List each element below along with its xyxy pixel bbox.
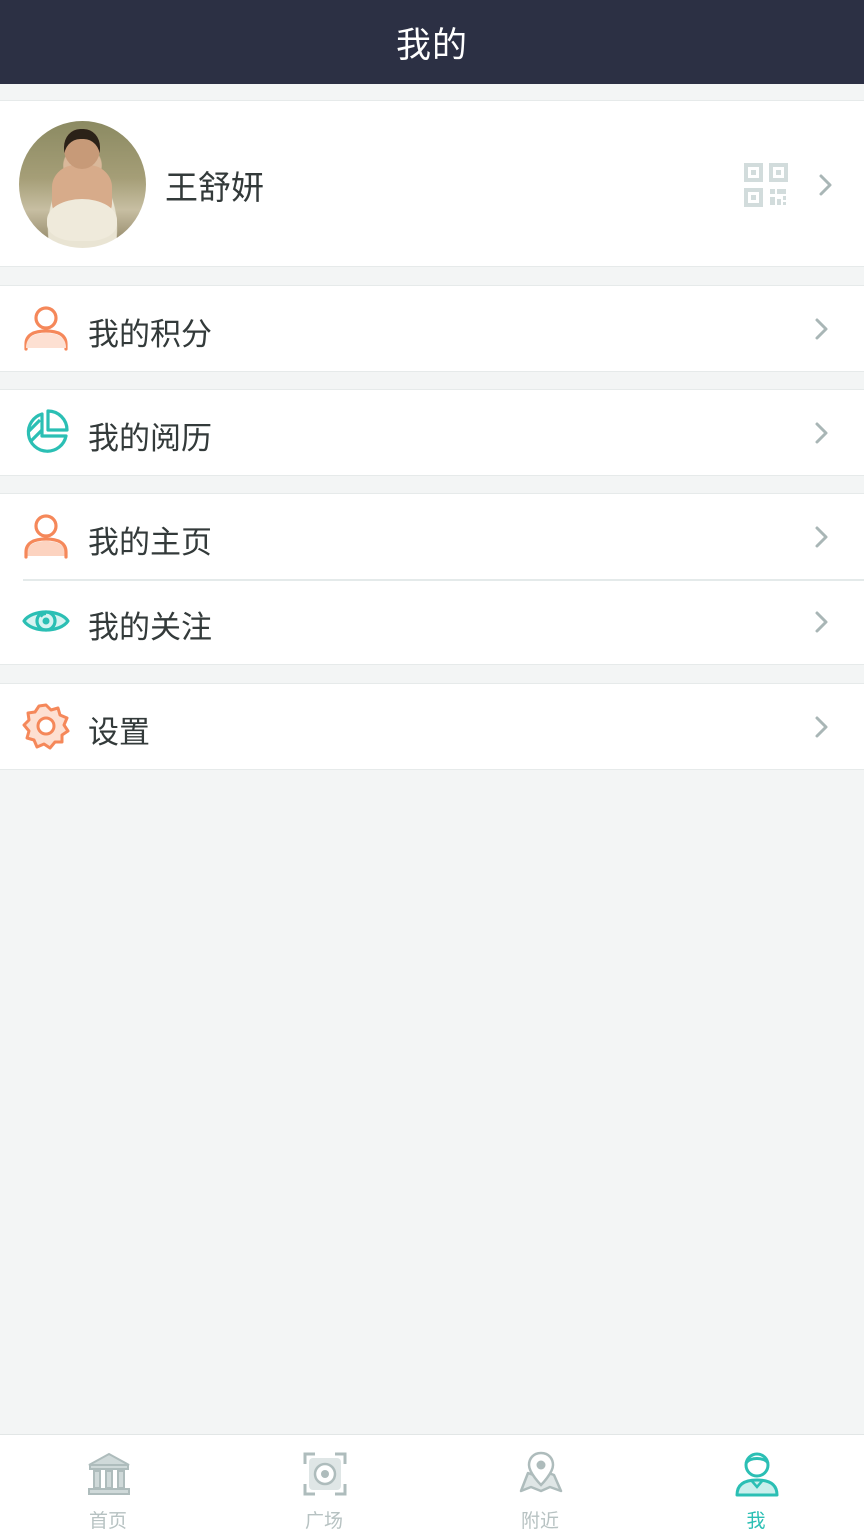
tab-label-me: 我 bbox=[746, 1510, 766, 1532]
tab-nearby[interactable]: 附近 bbox=[432, 1435, 648, 1536]
menu-group-profile: 我的主页 我的关注 bbox=[0, 493, 864, 665]
chevron-right-icon bbox=[815, 526, 828, 548]
menu-item-homepage[interactable]: 我的主页 bbox=[0, 494, 864, 579]
menu-label-history: 我的阅历 bbox=[88, 421, 212, 457]
map-pin-icon bbox=[519, 1451, 563, 1493]
chevron-right-icon bbox=[819, 174, 832, 196]
profile-name: 王舒妍 bbox=[165, 168, 264, 207]
menu-label-homepage: 我的主页 bbox=[88, 525, 212, 561]
tab-label-square: 广场 bbox=[304, 1510, 343, 1532]
menu-item-settings[interactable]: 设置 bbox=[0, 684, 864, 769]
user-icon bbox=[735, 1452, 779, 1497]
chevron-right-icon bbox=[815, 318, 828, 340]
pie-chart-icon bbox=[26, 409, 69, 453]
avatar[interactable] bbox=[19, 121, 146, 248]
tab-me[interactable]: 我 bbox=[648, 1435, 864, 1536]
menu-label-points: 我的积分 bbox=[88, 317, 212, 353]
menu-item-points[interactable]: 我的积分 bbox=[0, 286, 864, 371]
gear-icon bbox=[22, 703, 70, 750]
menu-item-following[interactable]: 我的关注 bbox=[0, 579, 864, 664]
tab-home[interactable]: 首页 bbox=[0, 1435, 216, 1536]
menu-label-settings: 设置 bbox=[88, 715, 150, 751]
user-icon bbox=[24, 306, 68, 351]
qr-code-icon[interactable] bbox=[744, 163, 788, 207]
tab-label-nearby: 附近 bbox=[520, 1510, 559, 1532]
menu-item-history[interactable]: 我的阅历 bbox=[0, 390, 864, 475]
page-title: 我的 bbox=[395, 25, 468, 66]
chevron-right-icon bbox=[815, 611, 828, 633]
bank-icon bbox=[88, 1452, 130, 1495]
top-header: 我的 bbox=[0, 0, 864, 84]
tab-square[interactable]: 广场 bbox=[216, 1435, 432, 1536]
menu-group-settings: 设置 bbox=[0, 683, 864, 770]
app-root: 我的 王舒妍 我的积分 我的阅历 我的主页 我的关注 设置 首页 广场 附近 我 bbox=[0, 0, 864, 1536]
profile-card[interactable]: 王舒妍 bbox=[0, 100, 864, 267]
menu-label-following: 我的关注 bbox=[88, 610, 212, 646]
menu-group-points: 我的积分 bbox=[0, 285, 864, 372]
scan-icon bbox=[303, 1452, 347, 1496]
chevron-right-icon bbox=[815, 716, 828, 738]
chevron-right-icon bbox=[815, 422, 828, 444]
tab-label-home: 首页 bbox=[88, 1510, 127, 1532]
menu-group-history: 我的阅历 bbox=[0, 389, 864, 476]
bottom-tab-bar: 首页 广场 附近 我 bbox=[0, 1434, 864, 1536]
eye-icon bbox=[22, 610, 70, 632]
person-icon bbox=[24, 514, 68, 559]
